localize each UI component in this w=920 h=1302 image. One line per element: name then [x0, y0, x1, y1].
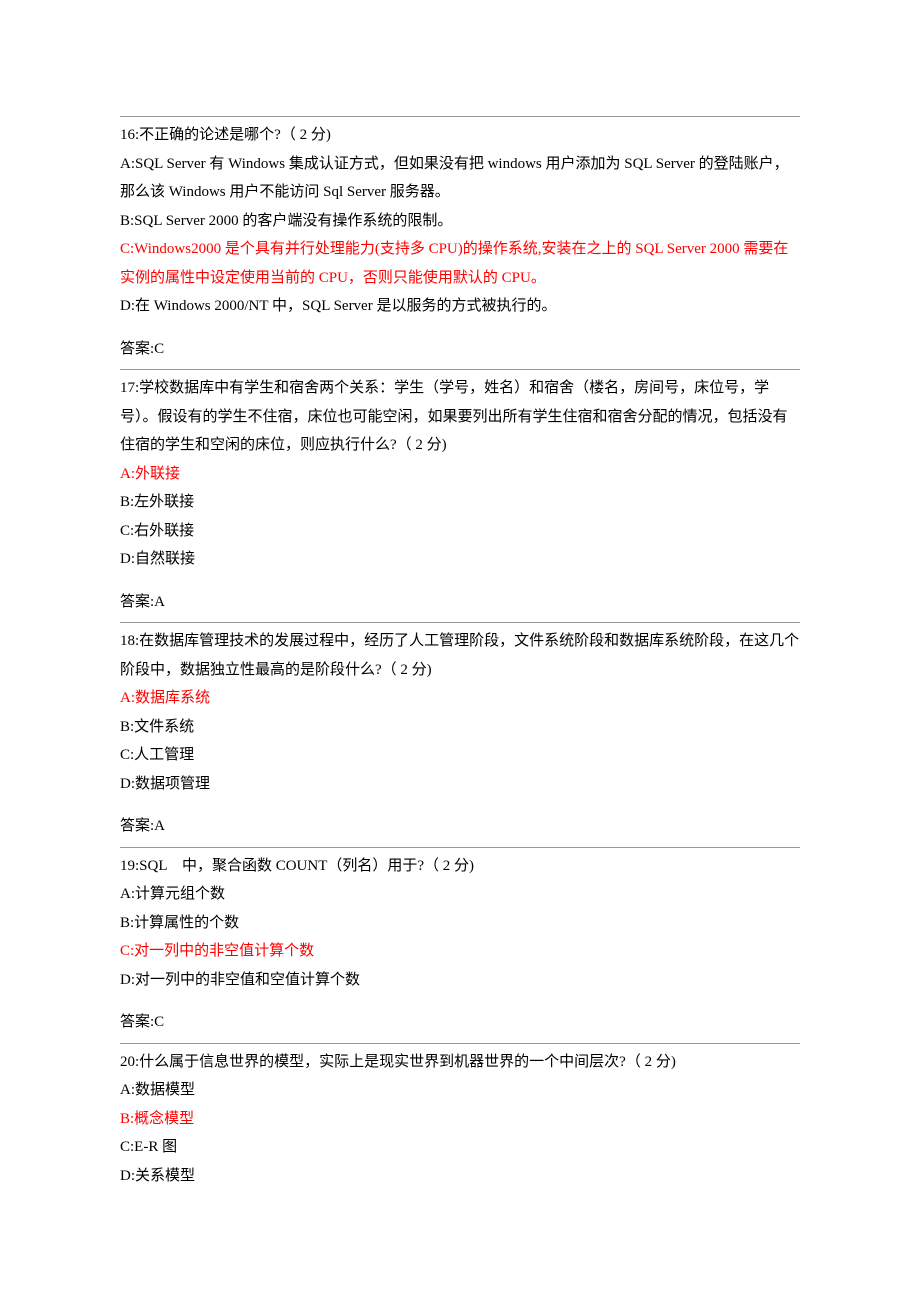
answer-label: 答案:C: [120, 1008, 800, 1037]
option-b: B:左外联接: [120, 488, 800, 517]
separator: [120, 369, 800, 370]
question-prompt: 16:不正确的论述是哪个?（ 2 分): [120, 121, 800, 150]
option-a: A:数据模型: [120, 1076, 800, 1105]
question-16: 16:不正确的论述是哪个?（ 2 分) A:SQL Server 有 Windo…: [120, 121, 800, 363]
question-prompt: 20:什么属于信息世界的模型，实际上是现实世界到机器世界的一个中间层次?（ 2 …: [120, 1048, 800, 1077]
option-b: B:计算属性的个数: [120, 909, 800, 938]
question-20: 20:什么属于信息世界的模型，实际上是现实世界到机器世界的一个中间层次?（ 2 …: [120, 1048, 800, 1191]
option-c: C:Windows2000 是个具有并行处理能力(支持多 CPU)的操作系统,安…: [120, 235, 800, 292]
answer-label: 答案:A: [120, 588, 800, 617]
option-c: C:人工管理: [120, 741, 800, 770]
answer-label: 答案:A: [120, 812, 800, 841]
option-a: A:SQL Server 有 Windows 集成认证方式，但如果没有把 win…: [120, 150, 800, 207]
question-18: 18:在数据库管理技术的发展过程中，经历了人工管理阶段，文件系统阶段和数据库系统…: [120, 627, 800, 841]
option-a: A:外联接: [120, 460, 800, 489]
question-prompt: 17:学校数据库中有学生和宿舍两个关系：学生（学号，姓名）和宿舍（楼名，房间号，…: [120, 374, 800, 460]
option-b: B:概念模型: [120, 1105, 800, 1134]
separator: [120, 1043, 800, 1044]
question-prompt: 19:SQL 中，聚合函数 COUNT（列名）用于?（ 2 分): [120, 852, 800, 881]
separator: [120, 847, 800, 848]
option-b: B:SQL Server 2000 的客户端没有操作系统的限制。: [120, 207, 800, 236]
option-c: C:对一列中的非空值计算个数: [120, 937, 800, 966]
option-d: D:关系模型: [120, 1162, 800, 1191]
question-prompt: 18:在数据库管理技术的发展过程中，经历了人工管理阶段，文件系统阶段和数据库系统…: [120, 627, 800, 684]
option-c: C:E-R 图: [120, 1133, 800, 1162]
separator: [120, 116, 800, 117]
option-c: C:右外联接: [120, 517, 800, 546]
option-d: D:数据项管理: [120, 770, 800, 799]
answer-label: 答案:C: [120, 335, 800, 364]
option-a: A:数据库系统: [120, 684, 800, 713]
option-d: D:对一列中的非空值和空值计算个数: [120, 966, 800, 995]
question-17: 17:学校数据库中有学生和宿舍两个关系：学生（学号，姓名）和宿舍（楼名，房间号，…: [120, 374, 800, 616]
question-19: 19:SQL 中，聚合函数 COUNT（列名）用于?（ 2 分) A:计算元组个…: [120, 852, 800, 1037]
option-d: D:自然联接: [120, 545, 800, 574]
document-page: 16:不正确的论述是哪个?（ 2 分) A:SQL Server 有 Windo…: [0, 0, 920, 1250]
separator: [120, 622, 800, 623]
option-b: B:文件系统: [120, 713, 800, 742]
option-a: A:计算元组个数: [120, 880, 800, 909]
option-d: D:在 Windows 2000/NT 中，SQL Server 是以服务的方式…: [120, 292, 800, 321]
